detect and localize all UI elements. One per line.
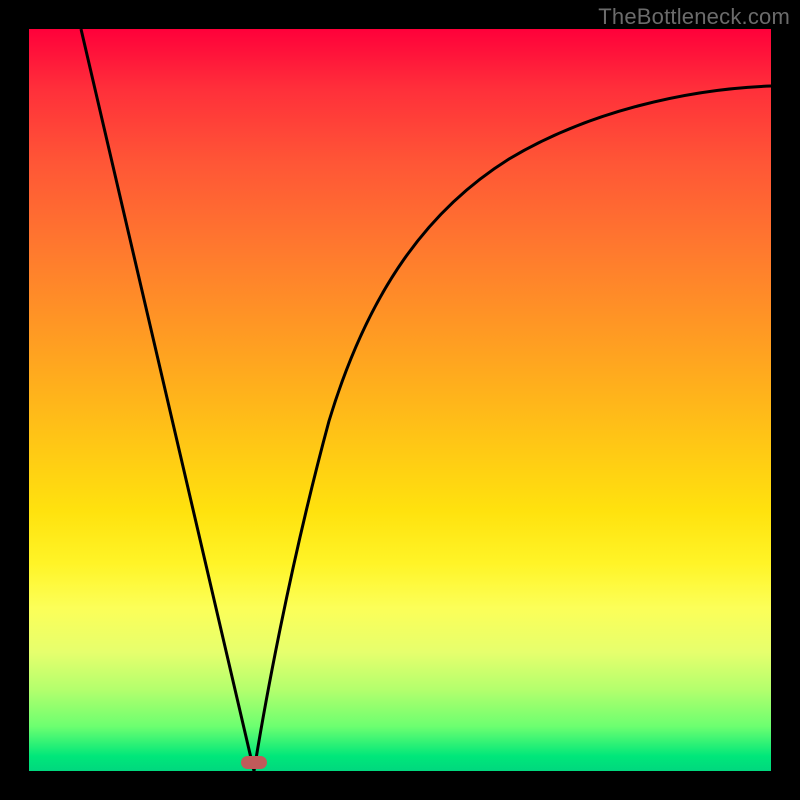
minimum-marker — [241, 756, 267, 769]
curve-right-branch — [254, 86, 771, 771]
curve-left-branch — [81, 29, 254, 771]
watermark-text: TheBottleneck.com — [598, 4, 790, 30]
chart-plot-area — [29, 29, 771, 771]
bottleneck-curve — [29, 29, 771, 771]
